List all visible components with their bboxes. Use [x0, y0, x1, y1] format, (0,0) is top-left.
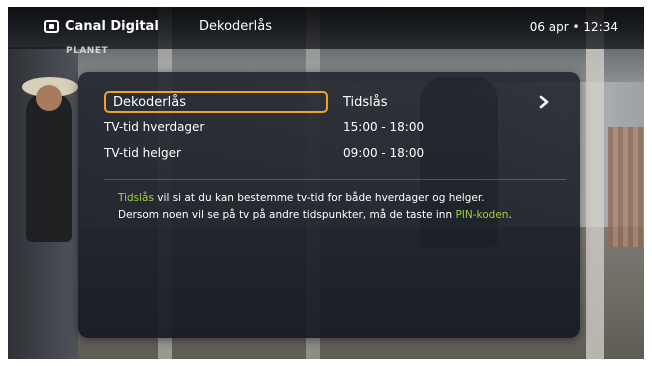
top-bar: Canal Digital Dekoderlås 06 apr • 12:34 — [8, 7, 644, 49]
lock-type-value[interactable]: Tidslås — [343, 91, 547, 113]
settings-panel: Dekoderlås Tidslås TV-tid hverdager 15:0… — [78, 72, 580, 338]
highlight-term: PIN-koden — [455, 209, 509, 221]
menu-item-decoder-lock[interactable]: Dekoderlås — [104, 91, 328, 113]
background-post — [586, 7, 604, 359]
background-head — [36, 85, 62, 111]
background-fence — [608, 127, 644, 247]
menu-item-weekend-time[interactable]: TV-tid helger — [104, 142, 181, 164]
info-text: Tidslås vil si at du kan bestemme tv-tid… — [118, 190, 568, 224]
info-text-segment: vil si at du kan bestemme tv-tid for båd… — [153, 192, 485, 204]
menu-item-weekday-time[interactable]: TV-tid hverdager — [104, 116, 204, 138]
brand-logo-icon — [44, 20, 59, 33]
brand-name: Canal Digital — [65, 19, 159, 34]
weekday-time-value[interactable]: 15:00 - 18:00 — [343, 116, 424, 138]
tv-screen: Canal Digital Dekoderlås 06 apr • 12:34 … — [8, 7, 644, 359]
info-line-1: Tidslås vil si at du kan bestemme tv-tid… — [118, 190, 568, 207]
info-text-segment: . — [508, 209, 512, 221]
weekend-time-value[interactable]: 09:00 - 18:00 — [343, 142, 424, 164]
background-person — [26, 92, 72, 242]
channel-logo: PLANET — [66, 46, 109, 56]
brand: Canal Digital — [44, 19, 159, 34]
info-text-segment: Dersom noen vil se på tv på andre tidspu… — [118, 209, 456, 221]
highlight-term: Tidslås — [118, 192, 154, 204]
info-line-2: Dersom noen vil se på tv på andre tidspu… — [118, 207, 568, 224]
menu-item-label: TV-tid helger — [104, 146, 181, 160]
chevron-right-icon[interactable] — [536, 95, 552, 109]
menu-item-label: TV-tid hverdager — [104, 120, 205, 134]
clock: 06 apr • 12:34 — [529, 20, 618, 34]
divider — [104, 179, 566, 180]
page-title: Dekoderlås — [199, 19, 272, 34]
menu-item-label: Dekoderlås — [113, 94, 186, 110]
